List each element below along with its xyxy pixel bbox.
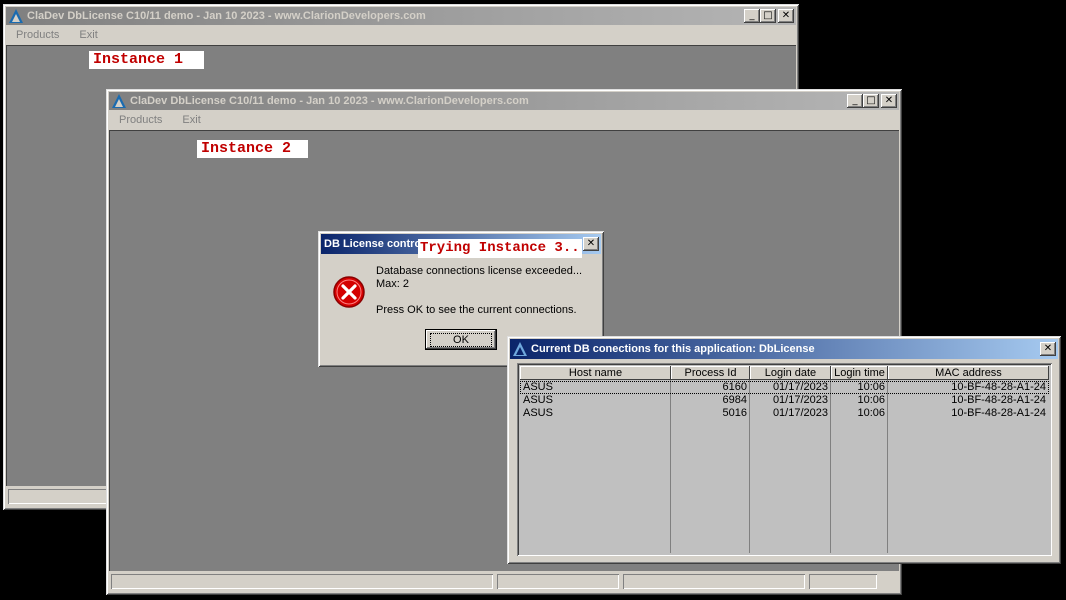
menu-item-exit[interactable]: Exit: [69, 29, 107, 41]
app-logo-icon: [112, 94, 126, 108]
menu-item-products[interactable]: Products: [109, 114, 172, 126]
menu-bar: Products Exit: [6, 26, 796, 44]
table-cell-process-id[interactable]: 6984: [671, 394, 747, 407]
maximize-icon: □: [866, 95, 876, 106]
table-cell-login-time[interactable]: 10:06: [831, 407, 885, 420]
table-cell-login-time[interactable]: 10:06: [831, 381, 885, 394]
column-header-host[interactable]: Host name: [520, 366, 671, 380]
table-cell-login-date[interactable]: 01/17/2023: [750, 381, 828, 394]
minimize-icon: _: [852, 95, 858, 106]
column-header-process-id[interactable]: Process Id: [671, 366, 750, 380]
close-icon: ✕: [781, 10, 791, 21]
error-message: Database connections license exceeded...: [376, 265, 583, 277]
maximize-button[interactable]: □: [863, 94, 879, 108]
window-title: ClaDev DbLicense C10/11 demo - Jan 10 20…: [130, 95, 529, 107]
connections-titlebar[interactable]: Current DB conections for this applicati…: [510, 339, 1058, 359]
maximize-icon: □: [763, 10, 773, 21]
close-button[interactable]: ✕: [778, 9, 794, 23]
error-icon: [333, 276, 365, 308]
connections-window: Current DB conections for this applicati…: [507, 336, 1061, 564]
app-logo-icon: [9, 9, 23, 23]
maximize-button[interactable]: □: [760, 9, 776, 23]
instance-label: Instance 2: [197, 140, 308, 158]
close-icon: ✕: [884, 95, 894, 106]
close-button[interactable]: ✕: [583, 237, 599, 251]
connections-title: Current DB conections for this applicati…: [531, 343, 815, 355]
status-panel: [809, 574, 877, 589]
minimize-icon: _: [749, 10, 755, 21]
window-titlebar[interactable]: ClaDev DbLicense C10/11 demo - Jan 10 20…: [6, 7, 796, 25]
status-bar: [109, 573, 899, 591]
menu-item-products[interactable]: Products: [6, 29, 69, 41]
status-panel: [497, 574, 619, 589]
column-header-mac[interactable]: MAC address: [888, 366, 1049, 380]
ok-label: OK: [430, 332, 492, 347]
dialog-title: DB License control: [324, 238, 425, 250]
table-cell-process-id[interactable]: 6160: [671, 381, 747, 394]
menu-bar: Products Exit: [109, 111, 899, 129]
table-cell-process-id[interactable]: 5016: [671, 407, 747, 420]
menu-item-exit[interactable]: Exit: [172, 114, 210, 126]
ok-button[interactable]: OK: [425, 329, 497, 350]
table-cell-mac[interactable]: 10-BF-48-28-A1-24: [888, 394, 1046, 407]
minimize-button[interactable]: _: [847, 94, 863, 108]
trying-instance-label: Trying Instance 3..: [418, 239, 582, 258]
close-button[interactable]: ✕: [881, 94, 897, 108]
minimize-button[interactable]: _: [744, 9, 760, 23]
status-panel: [623, 574, 805, 589]
table-cell-login-date[interactable]: 01/17/2023: [750, 407, 828, 420]
max-connections-text: Max: 2: [376, 278, 410, 290]
window-title: ClaDev DbLicense C10/11 demo - Jan 10 20…: [27, 10, 426, 22]
table-cell-login-date[interactable]: 01/17/2023: [750, 394, 828, 407]
close-icon: ✕: [586, 238, 596, 249]
table-cell-host[interactable]: ASUS: [523, 407, 553, 420]
table-cell-host[interactable]: ASUS: [523, 394, 553, 407]
column-header-login-time[interactable]: Login time: [831, 366, 888, 380]
app-logo-icon: [513, 342, 527, 356]
table-cell-login-time[interactable]: 10:06: [831, 394, 885, 407]
window-titlebar[interactable]: ClaDev DbLicense C10/11 demo - Jan 10 20…: [109, 92, 899, 110]
instruction-text: Press OK to see the current connections.: [376, 304, 577, 316]
status-panel: [111, 574, 493, 589]
instance-label: Instance 1: [89, 51, 204, 69]
column-header-login-date[interactable]: Login date: [750, 366, 831, 380]
table-cell-mac[interactable]: 10-BF-48-28-A1-24: [888, 381, 1046, 394]
close-button[interactable]: ✕: [1040, 342, 1056, 356]
close-icon: ✕: [1043, 343, 1053, 354]
table-cell-mac[interactable]: 10-BF-48-28-A1-24: [888, 407, 1046, 420]
table-cell-host[interactable]: ASUS: [523, 381, 553, 394]
connections-list[interactable]: Host name Process Id Login date Login ti…: [517, 363, 1052, 556]
